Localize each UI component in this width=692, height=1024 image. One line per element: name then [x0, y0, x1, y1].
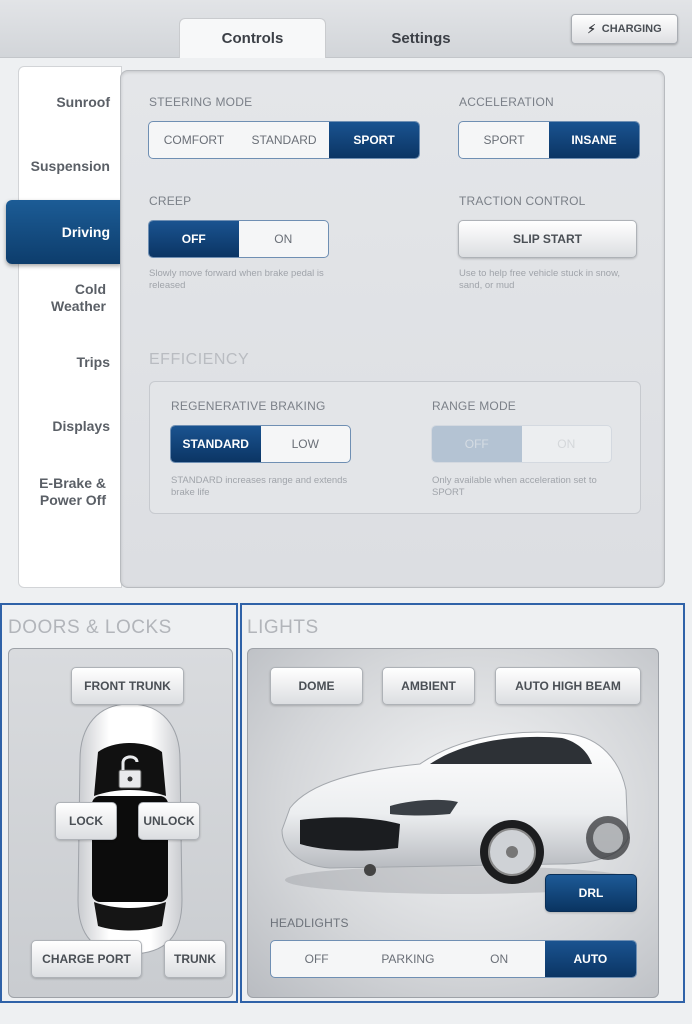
regen-low-option[interactable]: LOW	[261, 426, 351, 462]
creep-label: CREEP	[149, 194, 192, 208]
sidebar-item-trips[interactable]: Trips	[6, 342, 122, 382]
acceleration-insane-option[interactable]: INSANE	[549, 122, 639, 158]
headlights-selector: OFF PARKING ON AUTO	[270, 940, 637, 978]
regen-braking-selector: STANDARD LOW	[170, 425, 351, 463]
steering-comfort-option[interactable]: COMFORT	[149, 122, 239, 158]
regen-standard-option[interactable]: STANDARD	[171, 426, 261, 462]
steering-standard-option[interactable]: STANDARD	[239, 122, 329, 158]
range-mode-hint: Only available when acceleration set to …	[432, 475, 597, 498]
headlights-label: HEADLIGHTS	[270, 916, 349, 930]
unlock-button[interactable]: UNLOCK	[138, 802, 200, 840]
traction-control-hint: Use to help free vehicle stuck in snow, …	[459, 268, 621, 291]
creep-on-option[interactable]: ON	[239, 221, 329, 257]
doors-locks-title: DOORS & LOCKS	[8, 617, 172, 638]
auto-high-beam-button[interactable]: AUTO HIGH BEAM	[495, 667, 641, 705]
range-mode-selector: OFF ON	[431, 425, 612, 463]
charge-port-button[interactable]: CHARGE PORT	[31, 940, 142, 978]
car-side-view-icon	[281, 731, 635, 894]
acceleration-selector: SPORT INSANE	[458, 121, 640, 159]
trunk-button[interactable]: TRUNK	[164, 940, 226, 978]
tab-settings[interactable]: Settings	[350, 18, 492, 58]
slip-start-button[interactable]: SLIP START	[458, 220, 637, 258]
headlights-on-option[interactable]: ON	[454, 941, 545, 977]
headlights-off-option[interactable]: OFF	[271, 941, 362, 977]
regen-braking-label: REGENERATIVE BRAKING	[171, 399, 326, 413]
range-mode-label: RANGE MODE	[432, 399, 517, 413]
efficiency-title: EFFICIENCY	[149, 351, 250, 368]
creep-off-option[interactable]: OFF	[149, 221, 239, 257]
front-trunk-button[interactable]: FRONT TRUNK	[71, 667, 184, 705]
sidebar-item-sunroof[interactable]: Sunroof	[6, 82, 122, 122]
tab-controls[interactable]: Controls	[179, 18, 326, 58]
steering-sport-option[interactable]: SPORT	[329, 122, 419, 158]
sidebar-item-suspension[interactable]: Suspension	[6, 146, 122, 186]
acceleration-sport-option[interactable]: SPORT	[459, 122, 549, 158]
dome-light-button[interactable]: DOME	[270, 667, 363, 705]
sidebar-item-displays[interactable]: Displays	[6, 406, 122, 446]
drl-button[interactable]: DRL	[545, 874, 637, 912]
range-mode-on-option: ON	[557, 437, 576, 451]
headlights-auto-option[interactable]: AUTO	[544, 941, 636, 977]
regen-braking-hint: STANDARD increases range and extends bra…	[171, 475, 348, 498]
steering-mode-label: STEERING MODE	[149, 95, 253, 109]
creep-selector: OFF ON	[148, 220, 329, 258]
headlights-parking-option[interactable]: PARKING	[362, 941, 453, 977]
charging-button[interactable]: ⚡︎ CHARGING	[571, 14, 678, 44]
creep-hint: Slowly move forward when brake pedal is …	[149, 268, 324, 291]
sidebar-item-ebrake-power-off[interactable]: E-Brake & Power Off	[6, 470, 118, 514]
steering-mode-selector: COMFORT STANDARD SPORT	[148, 121, 420, 159]
charging-label: CHARGING	[601, 23, 662, 35]
acceleration-label: ACCELERATION	[459, 95, 554, 109]
sidebar-item-driving[interactable]: Driving	[6, 200, 122, 264]
lights-title: LIGHTS	[247, 617, 319, 638]
charging-bolt-icon: ⚡︎	[587, 22, 596, 36]
ambient-light-button[interactable]: AMBIENT	[382, 667, 475, 705]
lock-button[interactable]: LOCK	[55, 802, 117, 840]
traction-control-label: TRACTION CONTROL	[459, 194, 586, 208]
range-mode-off-option: OFF	[432, 426, 522, 462]
sidebar-item-cold-weather[interactable]: Cold Weather	[6, 276, 118, 320]
